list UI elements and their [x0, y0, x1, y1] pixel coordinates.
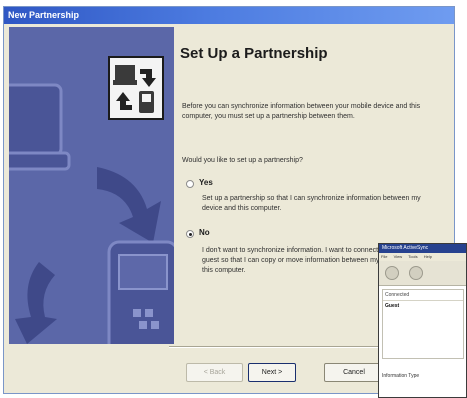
activesync-status-list: Connected Guest — [382, 289, 464, 359]
no-option-label[interactable]: No — [199, 228, 210, 237]
menu-tools[interactable]: Tools — [408, 254, 417, 259]
partnership-question: Would you like to set up a partnership? — [182, 157, 303, 164]
sync-toolbar-icon[interactable] — [385, 266, 399, 280]
activesync-menu-bar: File View Tools Help — [379, 253, 466, 261]
cancel-button[interactable]: Cancel — [324, 363, 384, 382]
page-heading: Set Up a Partnership — [180, 45, 328, 62]
activesync-toolbar — [379, 261, 466, 286]
activesync-window: Microsoft ActiveSync File View Tools Hel… — [378, 243, 467, 398]
wizard-art-panel — [9, 27, 174, 344]
information-type-label: Information Type — [382, 373, 420, 379]
menu-file[interactable]: File — [381, 254, 387, 259]
dialog-title: New Partnership — [4, 7, 454, 24]
menu-help[interactable]: Help — [424, 254, 432, 259]
no-radio[interactable] — [186, 230, 194, 238]
status-row[interactable]: Guest — [383, 301, 463, 311]
back-button[interactable]: < Back — [186, 363, 243, 382]
yes-radio[interactable] — [186, 180, 194, 188]
next-button[interactable]: Next > — [248, 363, 296, 382]
menu-view[interactable]: View — [394, 254, 403, 259]
activesync-title: Microsoft ActiveSync — [379, 244, 466, 253]
yes-option-label[interactable]: Yes — [199, 178, 213, 187]
sync-icon — [108, 56, 164, 120]
stop-toolbar-icon[interactable] — [409, 266, 423, 280]
status-header: Connected — [383, 290, 463, 301]
yes-option-description: Set up a partnership so that I can synch… — [202, 195, 421, 212]
intro-text: Before you can synchronize information b… — [182, 103, 421, 120]
